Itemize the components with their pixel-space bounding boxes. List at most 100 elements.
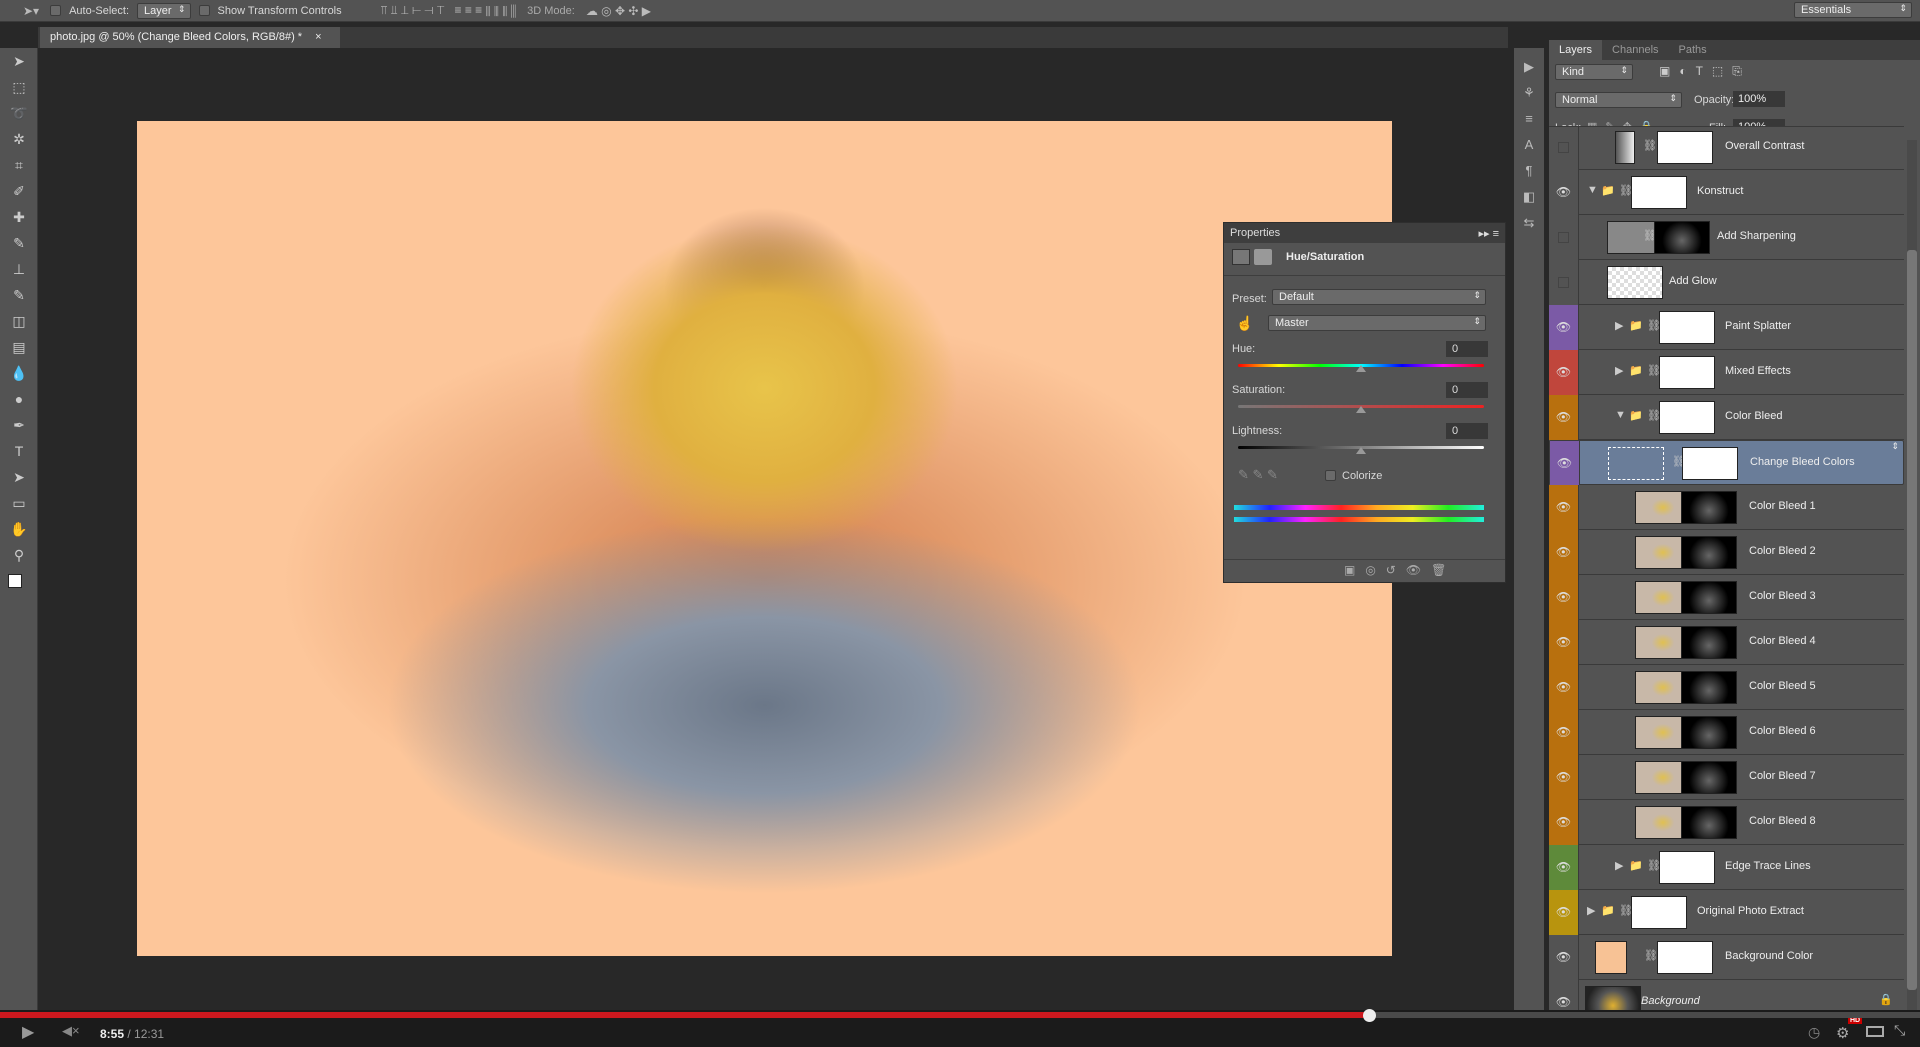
layer-name[interactable]: Color Bleed 6 <box>1749 725 1816 737</box>
eye-icon[interactable]: 👁 <box>1549 170 1579 215</box>
tab-channels[interactable]: Channels <box>1602 40 1668 60</box>
layer-name[interactable]: Konstruct <box>1697 185 1743 197</box>
mask-icon[interactable] <box>1254 249 1272 265</box>
layer-name[interactable]: Edge Trace Lines <box>1725 860 1811 872</box>
eye-icon[interactable]: 👁 <box>1549 980 1579 1012</box>
layer-row[interactable]: 👁 Color Bleed 5 <box>1549 665 1904 710</box>
layer-name[interactable]: Color Bleed 5 <box>1749 680 1816 692</box>
panel-menu-icon[interactable]: ▸▸ ≡ <box>1478 227 1499 240</box>
layer-name[interactable]: Background Color <box>1725 950 1813 962</box>
hue-slider-thumb[interactable] <box>1356 365 1366 372</box>
pen-tool-icon[interactable]: ✒ <box>0 412 38 438</box>
properties-tab[interactable]: Properties <box>1230 227 1280 239</box>
fullscreen-exit-icon[interactable]: ⤡ <box>1894 1022 1905 1039</box>
layer-name[interactable]: Change Bleed Colors <box>1750 456 1855 468</box>
tab-layers[interactable]: Layers <box>1549 40 1603 60</box>
color-swatches[interactable] <box>0 574 37 588</box>
layer-name[interactable]: Color Bleed 4 <box>1749 635 1816 647</box>
type-tool-icon[interactable]: T <box>0 438 38 464</box>
layer-row[interactable]: 👁 ⛓ Background Color <box>1549 935 1904 980</box>
brush-tool-icon[interactable]: ✎ <box>0 230 38 256</box>
stamp-tool-icon[interactable]: ⊥ <box>0 256 38 282</box>
eye-icon[interactable]: 👁 <box>1549 485 1579 530</box>
collapsed-panel-dock[interactable]: ▶ ⚘ ≡ A ¶ ◧ ⇆ <box>1514 48 1544 1010</box>
layer-name[interactable]: Background <box>1641 995 1700 1007</box>
layer-row[interactable]: 👁 ▶ 📁 ⛓ Mixed Effects <box>1549 350 1904 395</box>
channel-dropdown[interactable]: Master <box>1268 315 1486 331</box>
layer-filter-icons[interactable]: ▣◐T⬚⎘ <box>1659 64 1751 79</box>
layer-name[interactable]: Color Bleed 3 <box>1749 590 1816 602</box>
layer-name[interactable]: Overall Contrast <box>1725 140 1804 152</box>
auto-select-dropdown[interactable]: Layer <box>137 2 191 19</box>
layer-row[interactable]: 👁⛓Color Bleed 8 <box>1549 800 1904 845</box>
history-brush-tool-icon[interactable]: ✎ <box>0 282 38 308</box>
3d-tools-icons[interactable]: ☁ ◎ ✥ ✣ ▶ <box>583 4 654 18</box>
colorize-checkbox[interactable] <box>1325 470 1336 481</box>
layer-row[interactable]: ⛓ Overall Contrast <box>1549 127 1904 170</box>
hand-tool-icon[interactable]: ✋ <box>0 516 38 542</box>
layer-row[interactable]: 👁 ▶ 📁 ⛓ Edge Trace Lines <box>1549 845 1904 890</box>
mute-icon[interactable]: ◀× <box>62 1023 80 1039</box>
layer-row[interactable]: 👁 Color Bleed 4 <box>1549 620 1904 665</box>
settings-icon[interactable]: ⚙ <box>1836 1024 1849 1042</box>
layer-name[interactable]: Add Glow <box>1669 275 1717 287</box>
theater-mode-icon[interactable] <box>1866 1026 1884 1037</box>
eye-icon[interactable]: 👁 <box>1549 665 1579 710</box>
path-select-tool-icon[interactable]: ➤ <box>0 464 38 490</box>
layer-row[interactable]: 👁 ⛓ Change Bleed Colors <box>1549 440 1904 486</box>
eye-icon[interactable]: 👁 <box>1549 530 1579 575</box>
layer-name[interactable]: Mixed Effects <box>1725 365 1791 377</box>
layer-row[interactable]: 👁 Color Bleed 6 <box>1549 710 1904 755</box>
adjustment-icon[interactable] <box>1232 249 1250 265</box>
tab-paths[interactable]: Paths <box>1669 40 1717 60</box>
preset-dropdown[interactable]: Default <box>1272 289 1486 305</box>
layer-row[interactable]: 👁 Color Bleed 3 <box>1549 575 1904 620</box>
layer-row[interactable]: 👁 Color Bleed 1 <box>1549 485 1904 530</box>
layers-scrollbar[interactable] <box>1907 140 1917 1010</box>
crop-tool-icon[interactable]: ⌗ <box>0 152 38 178</box>
properties-footer-icons[interactable]: ▣◎↺👁🗑 <box>1224 559 1505 581</box>
layer-name[interactable]: Color Bleed 2 <box>1749 545 1816 557</box>
layer-name[interactable]: Paint Splatter <box>1725 320 1791 332</box>
eye-icon[interactable]: 👁 <box>1549 710 1579 755</box>
saturation-input[interactable]: 0 <box>1446 382 1488 398</box>
marquee-tool-icon[interactable]: ⬚ <box>0 74 38 100</box>
document-canvas[interactable] <box>137 121 1392 956</box>
visibility-toggle[interactable] <box>1549 215 1579 260</box>
magic-wand-tool-icon[interactable]: ✲ <box>0 126 38 152</box>
zoom-tool-icon[interactable]: ⚲ <box>0 542 38 568</box>
eye-icon[interactable]: 👁 <box>1549 350 1579 395</box>
eye-icon[interactable]: 👁 <box>1549 575 1579 620</box>
visibility-toggle[interactable] <box>1549 127 1579 170</box>
eye-icon[interactable]: 👁 <box>1550 441 1580 486</box>
eye-icon[interactable]: 👁 <box>1549 845 1579 890</box>
eye-icon[interactable]: 👁 <box>1549 800 1579 845</box>
eye-icon[interactable]: 👁 <box>1549 935 1579 980</box>
blend-mode-dropdown[interactable]: Normal <box>1555 92 1682 108</box>
move-tool-icon[interactable]: ➤ <box>0 48 38 74</box>
workspace-dropdown[interactable]: Essentials <box>1794 2 1912 18</box>
layer-row[interactable]: 👁 Color Bleed 2 <box>1549 530 1904 575</box>
layer-row[interactable]: 👁 ▶ 📁 ⛓ Paint Splatter <box>1549 305 1904 350</box>
align-icons[interactable]: ⫪ ⫫ ⊥ ⊢ ⊣ ⊤ ≡ ≡ ≡ ⫴ ⫴ ⫴ ⫼ <box>378 3 519 18</box>
layer-row[interactable]: Add Glow <box>1549 260 1904 305</box>
saturation-slider-thumb[interactable] <box>1356 406 1366 413</box>
layer-name[interactable]: Color Bleed 1 <box>1749 500 1816 512</box>
layer-row[interactable]: 👁 Color Bleed 7 <box>1549 755 1904 800</box>
watch-later-icon[interactable]: ◷ <box>1808 1024 1820 1041</box>
gradient-tool-icon[interactable]: ▤ <box>0 334 38 360</box>
layer-row[interactable]: 👁 ▼ 📁 ⛓ Konstruct <box>1549 170 1904 215</box>
eraser-tool-icon[interactable]: ◫ <box>0 308 38 334</box>
eye-icon[interactable]: 👁 <box>1549 395 1579 440</box>
document-tab[interactable]: photo.jpg @ 50% (Change Bleed Colors, RG… <box>40 27 340 48</box>
layer-row[interactable]: 👁 ▶ 📁 ⛓ Original Photo Extract <box>1549 890 1904 935</box>
eyedropper-icons[interactable]: ✎ ✎ ✎ <box>1238 467 1278 483</box>
visibility-toggle[interactable] <box>1549 260 1579 305</box>
dodge-tool-icon[interactable]: ● <box>0 386 38 412</box>
hue-input[interactable]: 0 <box>1446 341 1488 357</box>
layer-row[interactable]: 👁 ▼ 📁 ⛓ Color Bleed <box>1549 395 1904 440</box>
opacity-input[interactable]: 100% <box>1733 91 1785 107</box>
transform-controls-checkbox[interactable] <box>198 5 210 16</box>
auto-select-checkbox[interactable] <box>50 5 62 16</box>
layer-name[interactable]: Add Sharpening <box>1717 230 1796 242</box>
